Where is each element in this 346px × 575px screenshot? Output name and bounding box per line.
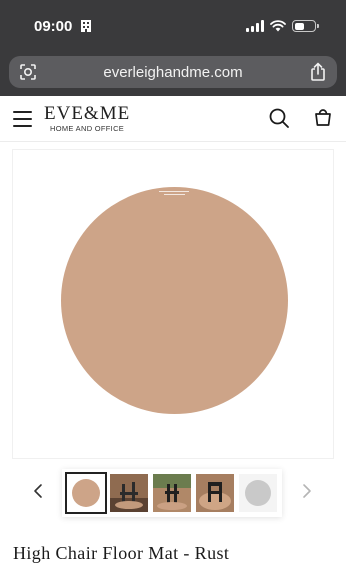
site-header: EVE&ME HOME AND OFFICE bbox=[0, 96, 346, 142]
thumbnail-4[interactable] bbox=[196, 474, 234, 512]
cart-bag-icon[interactable] bbox=[312, 106, 334, 128]
battery-level bbox=[294, 22, 304, 30]
thumbnail-grey-mat-image bbox=[245, 480, 271, 506]
thumbnail-lifestyle-image bbox=[153, 474, 191, 512]
chevron-left-icon[interactable] bbox=[28, 480, 48, 502]
mat-logo-mark bbox=[159, 191, 189, 197]
brand-tagline: HOME AND OFFICE bbox=[50, 124, 125, 133]
thumbnail-mat-image bbox=[72, 479, 100, 507]
browser-chrome: 09:00 everleighandme.com bbox=[0, 0, 346, 96]
status-time: 09:00 bbox=[34, 18, 73, 35]
building-icon bbox=[81, 20, 91, 32]
chevron-right-icon[interactable] bbox=[297, 480, 317, 502]
thumbnail-1[interactable] bbox=[65, 472, 107, 514]
share-icon[interactable] bbox=[309, 62, 327, 82]
thumbnail-5[interactable] bbox=[239, 474, 277, 512]
thumbnail-2[interactable] bbox=[110, 474, 148, 512]
product-image[interactable] bbox=[12, 149, 334, 459]
thumbnail-strip bbox=[62, 469, 282, 517]
thumbnail-lifestyle-image bbox=[196, 474, 234, 512]
menu-icon[interactable] bbox=[13, 111, 32, 127]
thumbnail-lifestyle-image bbox=[110, 474, 148, 512]
signal-icon bbox=[246, 20, 264, 32]
url-text[interactable]: everleighandme.com bbox=[9, 64, 337, 81]
wifi-icon bbox=[270, 20, 286, 32]
brand-logo-name[interactable]: EVE&ME bbox=[44, 103, 130, 125]
address-bar[interactable]: everleighandme.com bbox=[9, 56, 337, 88]
floor-mat-image bbox=[61, 187, 288, 414]
status-icons bbox=[246, 20, 319, 32]
search-icon[interactable] bbox=[268, 107, 290, 129]
product-title: High Chair Floor Mat - Rust bbox=[13, 543, 230, 563]
battery-icon bbox=[292, 20, 319, 32]
thumbnail-3[interactable] bbox=[153, 474, 191, 512]
